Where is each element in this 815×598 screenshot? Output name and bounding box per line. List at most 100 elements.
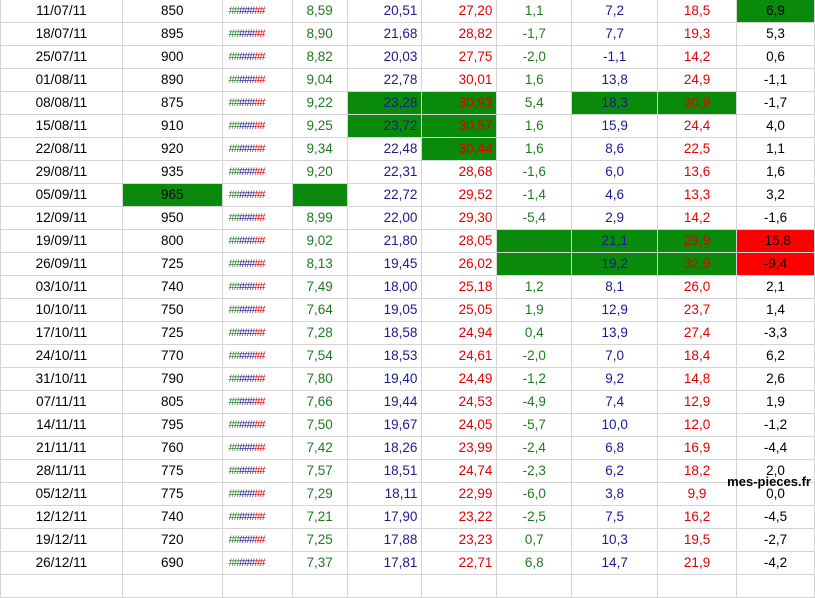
cell-g[interactable]: -4,2 bbox=[736, 551, 815, 575]
cell-e[interactable]: 7,7 bbox=[571, 22, 659, 46]
cell-d[interactable]: 1,1 bbox=[496, 0, 573, 23]
cell-f[interactable]: 14,2 bbox=[657, 45, 738, 69]
cell-e[interactable]: 6,0 bbox=[571, 160, 659, 184]
cell-g[interactable]: -3,3 bbox=[736, 321, 815, 345]
cell-c[interactable]: 29,30 bbox=[421, 206, 498, 230]
cell-e[interactable]: 7,0 bbox=[571, 344, 659, 368]
cell-a[interactable]: 9,04 bbox=[291, 68, 348, 92]
empty-cell[interactable] bbox=[421, 574, 498, 598]
cell-e[interactable]: 4,6 bbox=[571, 183, 659, 207]
cell-e[interactable]: 8,6 bbox=[571, 137, 659, 161]
cell-val[interactable]: 690 bbox=[121, 551, 223, 575]
cell-d[interactable]: 1,6 bbox=[496, 137, 573, 161]
cell-b[interactable]: 18,58 bbox=[346, 321, 423, 345]
cell-c[interactable]: 30,44 bbox=[421, 137, 498, 161]
cell-f[interactable]: 18,5 bbox=[657, 0, 738, 23]
cell-date[interactable]: 12/12/11 bbox=[0, 505, 123, 529]
cell-c[interactable]: 30,93 bbox=[421, 91, 498, 115]
cell-val[interactable]: 890 bbox=[121, 68, 223, 92]
cell-b[interactable]: 21,80 bbox=[346, 229, 423, 253]
cell-b[interactable]: 17,88 bbox=[346, 528, 423, 552]
indicator-cell[interactable]: ####### bbox=[221, 114, 293, 138]
cell-date[interactable]: 05/12/11 bbox=[0, 482, 123, 506]
cell-b[interactable]: 20,51 bbox=[346, 0, 423, 23]
cell-f[interactable]: 12,9 bbox=[657, 390, 738, 414]
cell-f[interactable]: 18,2 bbox=[657, 459, 738, 483]
cell-e[interactable]: 6,8 bbox=[571, 436, 659, 460]
cell-date[interactable]: 19/09/11 bbox=[0, 229, 123, 253]
cell-date[interactable]: 07/11/11 bbox=[0, 390, 123, 414]
cell-d[interactable]: -2,3 bbox=[496, 459, 573, 483]
cell-b[interactable]: 19,05 bbox=[346, 298, 423, 322]
cell-date[interactable]: 10/10/11 bbox=[0, 298, 123, 322]
cell-val[interactable]: 795 bbox=[121, 413, 223, 437]
cell-a[interactable]: 7,64 bbox=[291, 298, 348, 322]
cell-a[interactable]: 7,80 bbox=[291, 367, 348, 391]
cell-val[interactable]: 775 bbox=[121, 459, 223, 483]
cell-c[interactable]: 30,01 bbox=[421, 68, 498, 92]
cell-e[interactable]: 9,2 bbox=[571, 367, 659, 391]
cell-c[interactable]: 27,75 bbox=[421, 45, 498, 69]
cell-d[interactable]: -2,5 bbox=[496, 505, 573, 529]
cell-f[interactable]: 13,6 bbox=[657, 160, 738, 184]
empty-cell[interactable] bbox=[657, 574, 738, 598]
cell-c[interactable]: 24,94 bbox=[421, 321, 498, 345]
cell-c[interactable]: 24,05 bbox=[421, 413, 498, 437]
cell-e[interactable]: 2,9 bbox=[571, 206, 659, 230]
cell-b[interactable]: 18,51 bbox=[346, 459, 423, 483]
indicator-cell[interactable]: ####### bbox=[221, 206, 293, 230]
cell-f[interactable]: 23,7 bbox=[657, 298, 738, 322]
cell-b[interactable]: 22,78 bbox=[346, 68, 423, 92]
indicator-cell[interactable]: ####### bbox=[221, 551, 293, 575]
cell-b[interactable]: 18,11 bbox=[346, 482, 423, 506]
cell-c[interactable]: 24,61 bbox=[421, 344, 498, 368]
cell-date[interactable]: 08/08/11 bbox=[0, 91, 123, 115]
cell-g[interactable]: 4,0 bbox=[736, 114, 815, 138]
cell-date[interactable]: 18/07/11 bbox=[0, 22, 123, 46]
cell-val[interactable]: 725 bbox=[121, 321, 223, 345]
empty-cell[interactable] bbox=[221, 574, 293, 598]
indicator-cell[interactable]: ####### bbox=[221, 0, 293, 23]
indicator-cell[interactable]: ####### bbox=[221, 482, 293, 506]
cell-val[interactable]: 910 bbox=[121, 114, 223, 138]
cell-val[interactable]: 965 bbox=[121, 183, 223, 207]
cell-b[interactable]: 22,31 bbox=[346, 160, 423, 184]
cell-a[interactable]: 9,51 bbox=[291, 183, 348, 207]
cell-f[interactable]: 29,9 bbox=[657, 229, 738, 253]
cell-d[interactable]: 12,7 bbox=[496, 229, 573, 253]
cell-a[interactable]: 7,66 bbox=[291, 390, 348, 414]
cell-g[interactable]: -4,4 bbox=[736, 436, 815, 460]
indicator-cell[interactable]: ####### bbox=[221, 436, 293, 460]
cell-d[interactable]: 1,6 bbox=[496, 114, 573, 138]
cell-d[interactable]: 1,2 bbox=[496, 275, 573, 299]
cell-c[interactable]: 25,18 bbox=[421, 275, 498, 299]
cell-d[interactable]: -4,9 bbox=[496, 390, 573, 414]
cell-b[interactable]: 22,48 bbox=[346, 137, 423, 161]
cell-f[interactable]: 19,5 bbox=[657, 528, 738, 552]
cell-a[interactable]: 7,25 bbox=[291, 528, 348, 552]
cell-val[interactable]: 800 bbox=[121, 229, 223, 253]
cell-date[interactable]: 26/09/11 bbox=[0, 252, 123, 276]
cell-c[interactable]: 25,05 bbox=[421, 298, 498, 322]
cell-f[interactable]: 16,9 bbox=[657, 436, 738, 460]
cell-e[interactable]: 18,3 bbox=[571, 91, 659, 115]
cell-d[interactable]: 1,9 bbox=[496, 298, 573, 322]
cell-val[interactable]: 875 bbox=[121, 91, 223, 115]
cell-b[interactable]: 22,72 bbox=[346, 183, 423, 207]
indicator-cell[interactable]: ####### bbox=[221, 367, 293, 391]
indicator-cell[interactable]: ####### bbox=[221, 298, 293, 322]
cell-date[interactable]: 28/11/11 bbox=[0, 459, 123, 483]
cell-g[interactable]: -1,2 bbox=[736, 413, 815, 437]
cell-f[interactable]: 19,3 bbox=[657, 22, 738, 46]
indicator-cell[interactable]: ####### bbox=[221, 229, 293, 253]
cell-f[interactable]: 22,5 bbox=[657, 137, 738, 161]
cell-date[interactable]: 19/12/11 bbox=[0, 528, 123, 552]
cell-b[interactable]: 18,00 bbox=[346, 275, 423, 299]
cell-c[interactable]: 28,68 bbox=[421, 160, 498, 184]
cell-c[interactable]: 26,02 bbox=[421, 252, 498, 276]
empty-cell[interactable] bbox=[291, 574, 348, 598]
cell-a[interactable]: 7,21 bbox=[291, 505, 348, 529]
cell-c[interactable]: 23,22 bbox=[421, 505, 498, 529]
cell-f[interactable]: 14,2 bbox=[657, 206, 738, 230]
cell-c[interactable]: 30,57 bbox=[421, 114, 498, 138]
